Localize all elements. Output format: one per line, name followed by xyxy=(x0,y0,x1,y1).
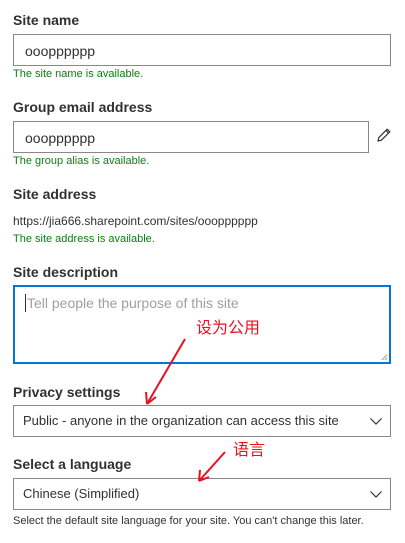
annotation-arrow-language xyxy=(198,451,226,482)
language-note: Select the default site language for you… xyxy=(13,515,364,527)
resize-grip-icon[interactable] xyxy=(380,353,388,361)
language-label: Select a language xyxy=(13,456,132,472)
language-dropdown[interactable]: Chinese (Simplified) xyxy=(13,478,391,510)
site-description-label: Site description xyxy=(13,264,119,280)
pencil-icon[interactable] xyxy=(375,126,393,144)
site-name-value: ooopppppp xyxy=(25,43,96,59)
group-email-value: ooopppppp xyxy=(25,130,96,146)
chevron-down-icon xyxy=(370,491,382,498)
annotation-language-note: 语言 xyxy=(233,440,266,459)
site-address-status: The site address is available. xyxy=(13,233,155,245)
chevron-down-icon xyxy=(370,418,382,425)
site-name-input[interactable]: ooopppppp xyxy=(13,34,391,66)
language-selected: Chinese (Simplified) xyxy=(23,486,140,501)
privacy-selected: Public - anyone in the organization can … xyxy=(23,413,339,428)
group-email-label: Group email address xyxy=(13,99,153,115)
group-email-input[interactable]: ooopppppp xyxy=(13,121,369,153)
privacy-label: Privacy settings xyxy=(13,384,121,400)
site-name-label: Site name xyxy=(13,12,80,28)
site-address-url: https://jia666.sharepoint.com/sites/ooop… xyxy=(13,214,258,228)
site-description-placeholder: Tell people the purpose of this site xyxy=(27,295,239,311)
group-email-status: The group alias is available. xyxy=(13,155,150,167)
site-address-label: Site address xyxy=(13,186,97,202)
site-name-status: The site name is available. xyxy=(13,68,144,80)
privacy-dropdown[interactable]: Public - anyone in the organization can … xyxy=(13,405,391,437)
text-caret xyxy=(25,294,26,312)
annotation-privacy-note: 设为公用 xyxy=(196,318,261,337)
